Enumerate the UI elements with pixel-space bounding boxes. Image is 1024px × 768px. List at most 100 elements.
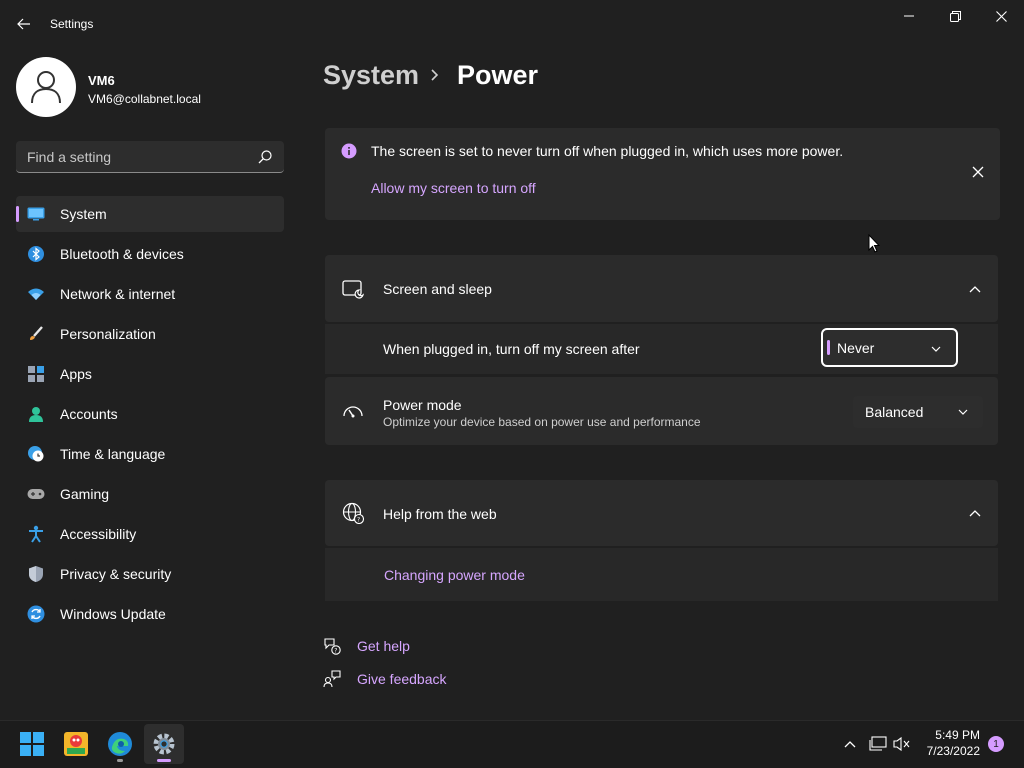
taskbar-app-paint[interactable] — [56, 724, 96, 764]
clock-date: 7/23/2022 — [926, 744, 980, 758]
ethernet-icon — [869, 736, 887, 751]
title-bar — [0, 0, 1024, 48]
screen-and-sleep-title: Screen and sleep — [383, 281, 492, 297]
screen-off-value: Never — [837, 340, 875, 356]
search-box[interactable] — [16, 141, 284, 173]
user-name: VM6 — [88, 73, 115, 88]
sidebar-item-label: Apps — [60, 366, 92, 382]
info-banner-text: The screen is set to never turn off when… — [371, 143, 844, 159]
accessibility-icon — [27, 525, 45, 543]
app-title: Settings — [50, 17, 94, 31]
sidebar-item-label: Accounts — [60, 406, 118, 422]
speedometer-icon — [341, 399, 365, 423]
clock[interactable]: 5:49 PM 7/23/2022 — [918, 727, 980, 759]
sidebar-item-system[interactable]: System — [16, 196, 284, 232]
back-button[interactable] — [10, 12, 38, 36]
shield-icon — [27, 565, 45, 583]
sidebar-item-time-language[interactable]: Time & language — [16, 436, 284, 472]
get-help-icon: ? — [324, 638, 341, 655]
start-button[interactable] — [12, 724, 52, 764]
restore-button[interactable] — [932, 0, 978, 32]
volume-tray-button[interactable] — [890, 732, 914, 756]
network-tray-button[interactable] — [866, 732, 890, 756]
power-mode-description: Optimize your device based on power use … — [383, 415, 701, 429]
get-help-link[interactable]: Get help — [357, 638, 410, 654]
screen-off-dropdown[interactable]: Never — [821, 328, 958, 367]
globe-help-icon: ? — [341, 501, 365, 525]
close-button[interactable] — [978, 0, 1024, 32]
notification-badge[interactable]: 1 — [988, 736, 1004, 752]
user-email: VM6@collabnet.local — [88, 92, 201, 106]
screen-sleep-icon — [341, 277, 365, 301]
sidebar-item-network[interactable]: Network & internet — [16, 276, 284, 312]
sidebar-item-personalization[interactable]: Personalization — [16, 316, 284, 352]
windows-logo-icon — [20, 732, 44, 756]
svg-text:?: ? — [357, 517, 360, 524]
allow-screen-turn-off-link[interactable]: Allow my screen to turn off — [371, 180, 536, 196]
sidebar-item-gaming[interactable]: Gaming — [16, 476, 284, 512]
chevron-down-icon — [928, 341, 944, 357]
power-mode-value: Balanced — [865, 404, 924, 420]
taskbar-app-settings[interactable] — [144, 724, 184, 764]
sidebar-item-label: Accessibility — [60, 526, 137, 542]
sidebar-item-windows-update[interactable]: Windows Update — [16, 596, 284, 632]
search-icon[interactable] — [257, 149, 273, 165]
power-mode-dropdown[interactable]: Balanced — [853, 396, 983, 428]
apps-icon — [27, 365, 45, 383]
give-feedback-link[interactable]: Give feedback — [357, 671, 447, 687]
mouse-cursor-icon — [868, 234, 880, 253]
close-icon — [972, 166, 984, 178]
feedback-icon — [323, 670, 341, 688]
brush-icon — [27, 325, 45, 343]
help-from-web-title: Help from the web — [383, 506, 497, 522]
sidebar-item-label: System — [60, 206, 107, 222]
taskbar-app-edge[interactable] — [100, 724, 140, 764]
sidebar-item-privacy[interactable]: Privacy & security — [16, 556, 284, 592]
chevron-right-icon — [431, 69, 439, 81]
power-mode-title: Power mode — [383, 397, 462, 413]
volume-muted-icon — [893, 736, 910, 752]
system-icon — [27, 205, 45, 223]
clock-time: 5:49 PM — [935, 728, 980, 742]
active-app-indicator — [157, 759, 171, 762]
sidebar-item-label: Bluetooth & devices — [60, 246, 184, 262]
sidebar-item-bluetooth[interactable]: Bluetooth & devices — [16, 236, 284, 272]
chevron-up-icon — [967, 281, 983, 297]
active-indicator — [16, 206, 19, 222]
sidebar-item-label: Windows Update — [60, 606, 166, 622]
wifi-icon — [27, 285, 45, 303]
search-input[interactable] — [16, 141, 252, 172]
sidebar-item-label: Network & internet — [60, 286, 176, 302]
sidebar-item-apps[interactable]: Apps — [16, 356, 284, 392]
chevron-down-icon — [955, 404, 971, 420]
focus-indicator — [827, 340, 830, 355]
minimize-button[interactable] — [886, 0, 932, 32]
back-arrow-icon — [17, 18, 30, 30]
chevron-up-icon — [844, 741, 856, 748]
bluetooth-icon — [27, 245, 45, 263]
breadcrumb-system[interactable]: System — [323, 60, 419, 91]
dismiss-banner-button[interactable] — [966, 160, 990, 184]
info-icon — [341, 143, 357, 159]
sidebar-item-accounts[interactable]: Accounts — [16, 396, 284, 432]
screen-and-sleep-header[interactable]: Screen and sleep — [325, 255, 998, 322]
update-icon — [27, 605, 45, 623]
sidebar-item-label: Time & language — [60, 446, 166, 462]
sidebar-item-accessibility[interactable]: Accessibility — [16, 516, 284, 552]
changing-power-mode-link[interactable]: Changing power mode — [384, 567, 525, 583]
chevron-up-icon — [967, 505, 983, 521]
avatar[interactable] — [16, 57, 76, 117]
gear-icon — [153, 733, 175, 755]
page-title: Power — [457, 60, 539, 90]
info-banner — [325, 128, 1000, 220]
close-icon — [995, 10, 1007, 22]
show-hidden-icons-button[interactable] — [838, 732, 862, 756]
minimize-icon — [904, 15, 914, 17]
accounts-icon — [27, 405, 45, 423]
sidebar-item-label: Privacy & security — [60, 566, 172, 582]
help-from-web-header[interactable]: ? Help from the web — [325, 480, 998, 546]
screen-off-label: When plugged in, turn off my screen afte… — [383, 341, 640, 357]
gamepad-icon — [27, 485, 45, 503]
edge-browser-icon — [108, 732, 132, 756]
running-indicator — [117, 759, 123, 762]
